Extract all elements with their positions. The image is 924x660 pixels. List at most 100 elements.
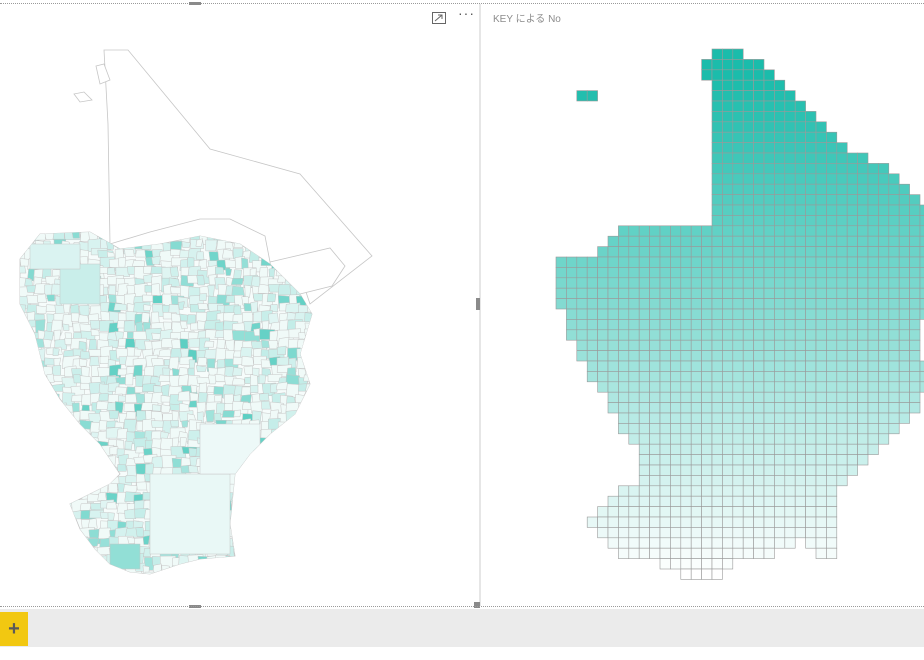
shape-cell[interactable] [618,298,630,310]
shape-cell[interactable] [690,235,702,247]
map-region[interactable] [240,526,248,534]
map-region[interactable] [271,463,283,473]
shape-cell[interactable] [836,142,848,154]
shape-cell[interactable] [701,485,713,497]
shape-cell[interactable] [711,277,723,289]
shape-cell[interactable] [867,287,879,299]
shape-cell[interactable] [763,215,775,227]
shape-cell[interactable] [690,475,702,487]
map-region[interactable] [42,338,52,348]
shape-cell[interactable] [846,308,858,320]
shape-cell[interactable] [763,298,775,310]
shape-cell[interactable] [867,423,879,435]
shape-cell[interactable] [815,131,827,143]
shape-cell[interactable] [753,59,765,71]
shape-cell[interactable] [784,246,796,258]
map-region[interactable] [19,331,35,343]
map-region[interactable] [285,528,297,543]
shape-cell[interactable] [836,402,848,414]
map-region[interactable] [52,231,65,240]
map-region[interactable] [214,571,227,581]
shape-cell[interactable] [711,173,723,185]
shape-cell[interactable] [742,547,754,559]
map-region[interactable] [266,293,277,303]
shape-cell[interactable] [680,298,692,310]
map-region[interactable] [28,357,42,369]
shape-cell[interactable] [794,339,806,351]
shape-cell[interactable] [659,527,671,539]
shape-cell[interactable] [607,298,619,310]
shape-cell[interactable] [909,246,921,258]
shape-cell[interactable] [836,256,848,268]
map-region[interactable] [20,572,33,585]
shape-cell[interactable] [742,402,754,414]
map-region[interactable] [172,230,183,238]
map-region[interactable] [116,573,124,586]
map-region[interactable] [46,547,63,560]
shape-cell[interactable] [836,391,848,403]
shape-cell[interactable] [867,267,879,279]
shape-cell[interactable] [898,246,910,258]
shape-cell[interactable] [774,277,786,289]
map-region[interactable] [296,357,308,369]
shape-cell[interactable] [607,246,619,258]
shape-cell[interactable] [607,506,619,518]
shape-cell[interactable] [680,308,692,320]
shape-cell[interactable] [753,381,765,393]
shape-cell[interactable] [763,433,775,445]
map-region[interactable] [34,484,48,496]
shape-cell[interactable] [659,381,671,393]
map-region[interactable] [260,499,279,508]
shape-cell[interactable] [794,454,806,466]
map-region[interactable] [289,572,305,580]
shape-cell[interactable] [732,69,744,81]
shape-cell[interactable] [680,464,692,476]
shape-cell[interactable] [670,267,682,279]
map-region[interactable] [169,266,180,277]
shape-cell[interactable] [659,485,671,497]
map-region[interactable] [298,536,309,545]
shape-cell[interactable] [909,319,921,331]
shape-cell[interactable] [836,433,848,445]
shape-cell[interactable] [742,495,754,507]
map-region[interactable] [18,408,28,420]
shape-cell[interactable] [805,433,817,445]
map-region[interactable] [42,446,56,461]
shape-cell[interactable] [701,350,713,362]
shape-cell[interactable] [618,225,630,237]
map-region[interactable] [70,438,79,446]
map-region[interactable] [24,429,40,443]
shape-cell[interactable] [732,464,744,476]
shape-cell[interactable] [690,516,702,528]
shape-cell[interactable] [805,381,817,393]
shape-cell[interactable] [805,319,817,331]
shape-cell[interactable] [701,59,713,71]
map-region[interactable] [59,263,101,305]
shape-cell[interactable] [597,360,609,372]
map-region[interactable] [222,249,234,259]
map-region[interactable] [267,572,277,582]
shape-cell[interactable] [659,516,671,528]
shape-cell[interactable] [670,225,682,237]
map-region[interactable] [132,364,143,377]
shape-cell[interactable] [711,454,723,466]
shape-cell[interactable] [722,506,734,518]
shape-cell[interactable] [649,371,661,383]
shape-cell[interactable] [586,329,598,341]
shape-cell[interactable] [826,391,838,403]
map-region[interactable] [36,519,45,529]
shape-cell[interactable] [836,163,848,175]
map-region[interactable] [34,554,44,562]
map-region[interactable] [262,447,273,456]
shape-cell[interactable] [815,163,827,175]
shape-cell[interactable] [638,495,650,507]
shape-cell[interactable] [784,485,796,497]
map-region[interactable] [285,500,294,515]
shape-cell[interactable] [701,329,713,341]
shape-cell[interactable] [836,412,848,424]
shape-cell[interactable] [680,412,692,424]
shape-cell[interactable] [878,163,890,175]
shape-cell[interactable] [701,69,713,81]
shape-cell[interactable] [659,308,671,320]
shape-cell[interactable] [722,443,734,455]
